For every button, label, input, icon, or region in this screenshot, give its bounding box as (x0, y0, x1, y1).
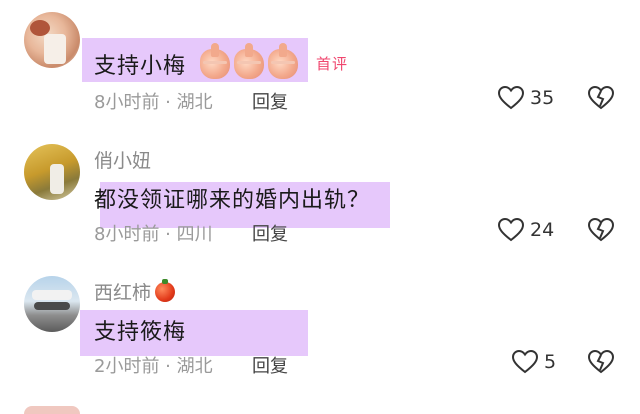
avatar[interactable] (24, 12, 80, 68)
thumbs-up-emoji-icon (268, 43, 299, 79)
avatar[interactable] (24, 144, 80, 200)
comment-item-3: 西红柿 支持筱梅 2小时前 · 湖北 回复 5 (0, 270, 640, 404)
comment-item-2: 俏小妞 都没领证哪来的婚内出轨？ 8小时前 · 四川 回复 24 (0, 130, 640, 270)
comment-item-1: 支持小梅 首评 8小时前 · 湖北 回复 35 (0, 0, 640, 130)
tomato-emoji-icon (155, 279, 176, 302)
like-button[interactable]: 5 (512, 350, 556, 374)
like-count: 5 (544, 351, 557, 373)
thumbs-up-emoji-icon (200, 43, 231, 79)
avatar[interactable] (24, 276, 80, 332)
dislike-button[interactable] (588, 350, 614, 374)
thumbs-up-emoji-group (200, 43, 302, 79)
reply-button[interactable]: 回复 (252, 88, 288, 114)
username[interactable]: 俏小妞 (94, 146, 151, 173)
heart-outline-icon (512, 350, 538, 374)
broken-heart-icon (588, 218, 614, 242)
heart-outline-icon (498, 86, 524, 110)
like-button[interactable]: 35 (498, 86, 554, 110)
reply-button[interactable]: 回复 (252, 352, 288, 378)
comment-meta: 2小时前 · 湖北 (94, 356, 213, 377)
like-count: 24 (530, 219, 555, 241)
comment-text-content: 支持小梅 (94, 54, 187, 79)
broken-heart-icon (588, 350, 614, 374)
reply-button[interactable]: 回复 (252, 220, 288, 246)
username[interactable]: 西红柿 (94, 278, 176, 305)
dislike-button[interactable] (588, 86, 614, 110)
broken-heart-icon (588, 86, 614, 110)
comment-meta: 8小时前 · 湖北 (94, 92, 213, 113)
comment-text: 支持小梅 首评 (94, 43, 349, 80)
avatar[interactable] (24, 406, 80, 414)
like-count: 35 (530, 87, 555, 109)
like-button[interactable]: 24 (498, 218, 554, 242)
comment-meta: 8小时前 · 四川 (94, 224, 213, 245)
comment-text: 都没领证哪来的婚内出轨？ (94, 188, 371, 213)
dislike-button[interactable] (588, 218, 614, 242)
comment-text: 支持筱梅 (94, 320, 187, 345)
heart-outline-icon (498, 218, 524, 242)
thumbs-up-emoji-icon (234, 43, 265, 79)
username-text: 西红柿 (94, 282, 152, 304)
first-comment-badge: 首评 (316, 55, 349, 73)
